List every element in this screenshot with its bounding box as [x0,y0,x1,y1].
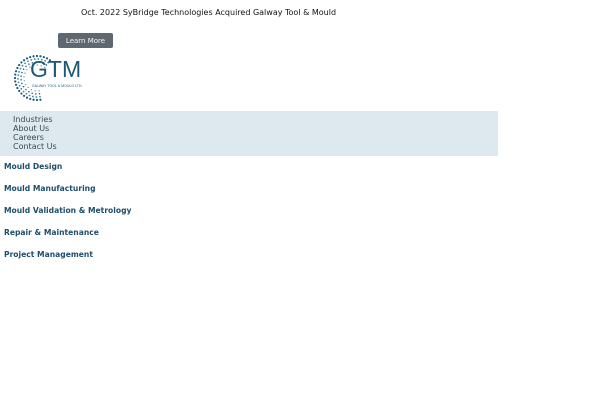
logo-dot [22,94,26,97]
logo-dot [22,85,25,88]
logo-dot [14,80,17,83]
logo-dot [21,71,23,74]
service-link-mould-validation[interactable]: Mould Validation & Metrology [4,205,131,227]
learn-more-button[interactable]: Learn More [58,33,113,48]
logo-dot [14,70,18,73]
logo-dot [17,77,19,80]
logo-dot [13,76,17,80]
logo-dot [31,92,33,95]
logo-dot [38,90,40,92]
logo-dot [24,72,26,74]
logo-dot [21,82,23,85]
announcement-text: Oct. 2022 SyBridge Technologies Acquired… [81,8,337,17]
logo-dot [22,59,26,62]
logo-dot [29,97,32,101]
logo-dot [39,98,42,101]
logo-dot [25,57,29,60]
logo-dot [25,65,27,68]
main-nav: Industries About Us Careers Contact Us [0,111,498,156]
logo-dot [17,81,20,84]
logo-subtitle: GALWAY TOOL & MOULD LTD. [32,84,83,88]
service-link-project-management[interactable]: Project Management [4,249,131,271]
nav-item-about-us[interactable]: About Us [13,124,498,133]
logo-dot [28,94,31,97]
logo-dot [24,62,26,65]
logo-dot [20,75,22,77]
service-link-mould-manufacturing[interactable]: Mould Manufacturing [4,183,131,205]
logo-dot [35,98,39,102]
logo-dot [20,61,23,64]
logo-dot [17,74,20,77]
logo-dot [32,98,35,101]
logo-dot [20,87,23,90]
logo-dot [34,90,36,92]
logo-dot [14,73,17,76]
logo-dot [38,93,41,95]
logo-dot [27,86,29,89]
logo-dot [16,66,19,70]
logo-dot [18,84,21,87]
service-link-repair-maintenance[interactable]: Repair & Maintenance [4,227,131,249]
logo-dot [23,80,25,82]
logo-dot [25,92,28,95]
nav-item-careers[interactable]: Careers [13,133,498,142]
logo-dot [18,70,20,73]
logo-dot [26,69,28,71]
logo-dot [20,92,23,95]
logo-dot [23,76,25,78]
nav-item-industries[interactable]: Industries [13,115,498,124]
logo-dot [20,79,22,81]
nav-item-contact-us[interactable]: Contact Us [13,142,498,151]
logo-dot [14,83,18,86]
logo-dot [35,96,38,98]
logo-dot [25,96,29,99]
logo-dot [30,89,32,91]
logo-dot [39,95,41,98]
logo-dot [18,89,21,93]
services-list: Mould Design Mould Manufacturing Mould V… [4,161,131,271]
logo-dot [25,83,27,86]
service-link-mould-design[interactable]: Mould Design [4,161,131,183]
logo-dot [25,88,27,91]
logo-dot [22,68,25,70]
logo-dot [18,63,21,67]
logo-dot [27,60,29,63]
logo-dot [16,86,19,90]
logo-dot [22,90,25,93]
logo-wordmark: GTM [30,56,82,82]
logo-dot [35,93,37,95]
logo-dot [32,95,34,98]
logo-dot [19,67,22,70]
logo-dot [28,91,30,93]
gtm-logo[interactable]: GTM GALWAY TOOL & MOULD LTD. [10,55,94,105]
page: Oct. 2022 SyBridge Technologies Acquired… [0,0,600,400]
logo-dot [21,64,24,67]
